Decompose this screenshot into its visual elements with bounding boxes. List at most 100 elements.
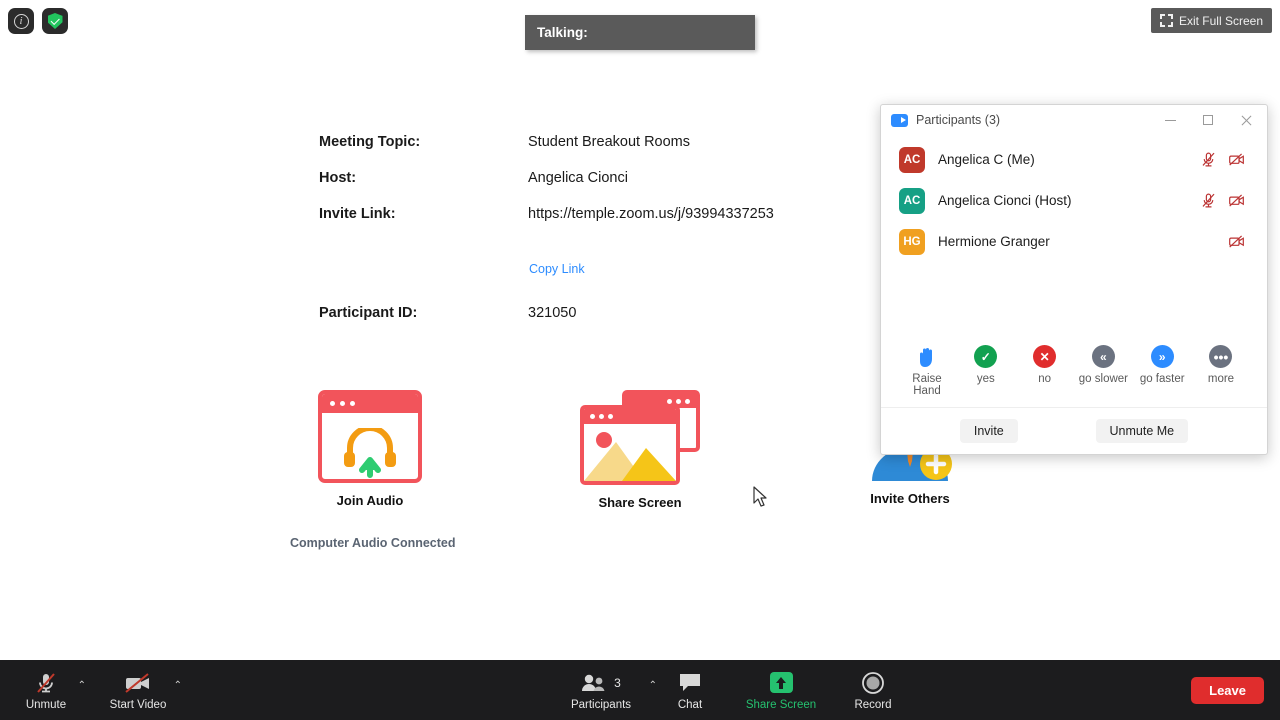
toolbar-share-screen-label: Share Screen (745, 698, 817, 711)
meeting-info-button[interactable]: i (8, 8, 34, 34)
participant-row[interactable]: HG Hermione Granger (881, 221, 1267, 262)
zoom-camera-icon (891, 113, 908, 127)
window-dot (350, 401, 355, 406)
exit-fullscreen-button[interactable]: Exit Full Screen (1150, 8, 1272, 33)
participant-id-row: Participant ID: 321050 (319, 305, 839, 321)
window-dot (667, 398, 672, 404)
go-slower-button[interactable]: « go slower (1075, 345, 1131, 397)
talking-banner: Talking: (525, 15, 755, 50)
close-button[interactable] (1231, 107, 1261, 133)
more-label: more (1207, 373, 1235, 385)
audio-status-text: Computer Audio Connected (290, 536, 456, 550)
toolbar-unmute-label: Unmute (25, 698, 67, 711)
share-screen-label: Share Screen (598, 495, 682, 510)
info-icon: i (13, 13, 29, 29)
participant-name: Angelica Cionci (Host) (938, 193, 1072, 208)
encryption-button[interactable] (42, 8, 68, 34)
toolbar-participants-button[interactable]: 3 Participants ⌃ (551, 660, 657, 720)
participants-list: AC Angelica C (Me) AC Angelica Cionci (H… (881, 135, 1267, 337)
more-button[interactable]: ••• more (1193, 345, 1249, 397)
participants-panel-title: Participants (3) (916, 113, 1001, 127)
yes-button[interactable]: ✓ yes (958, 345, 1014, 397)
toolbar-chat-label: Chat (677, 698, 703, 711)
mic-muted-icon (34, 670, 58, 696)
host-label: Host: (319, 170, 357, 186)
screen-share-windows-icon (580, 390, 700, 485)
video-muted-icon[interactable] (1228, 151, 1245, 168)
join-audio-label: Join Audio (336, 493, 404, 508)
toolbar-share-screen-button[interactable]: Share Screen (729, 660, 833, 720)
raise-hand-button[interactable]: Raise Hand (899, 345, 955, 397)
double-left-icon: « (1091, 345, 1115, 368)
share-screen-action[interactable]: Share Screen (575, 390, 705, 510)
zoom-meeting-window: i Talking: Exit Full Screen Meeting Topi… (0, 0, 1280, 720)
participants-panel-titlebar: Participants (3) (881, 105, 1267, 135)
window-titlebar (322, 394, 418, 413)
toolbar-unmute-button[interactable]: Unmute ⌃ (0, 660, 92, 720)
invite-link-value[interactable]: https://temple.zoom.us/j/93994337253 (528, 206, 774, 222)
toolbar-chat-button[interactable]: Chat (651, 660, 729, 720)
participant-status (1200, 192, 1245, 209)
meeting-status-badges: i (8, 8, 68, 34)
participant-row[interactable]: AC Angelica Cionci (Host) (881, 180, 1267, 221)
go-slower-label: go slower (1078, 373, 1128, 385)
minimize-button[interactable] (1155, 107, 1185, 133)
toolbar-record-label: Record (854, 698, 892, 711)
headset-glyph (344, 428, 396, 478)
mouse-cursor (753, 486, 767, 507)
mic-muted-icon[interactable] (1200, 151, 1217, 168)
window-dot (676, 398, 681, 404)
exit-fullscreen-icon (1159, 14, 1173, 27)
avatar: HG (899, 228, 925, 255)
participant-id-label: Participant ID: (319, 305, 418, 321)
toolbar-start-video-button[interactable]: Start Video ⌃ (92, 660, 184, 720)
video-muted-icon (124, 670, 152, 696)
unmute-me-button[interactable]: Unmute Me (1095, 419, 1189, 443)
encryption-shield-icon (47, 13, 63, 29)
video-muted-icon[interactable] (1228, 192, 1245, 209)
copy-link-button[interactable]: Copy Link (529, 262, 585, 276)
meeting-topic-label: Meeting Topic: (319, 134, 421, 150)
invite-link-label: Invite Link: (319, 206, 396, 222)
participant-name: Hermione Granger (938, 234, 1050, 249)
window-dot (330, 401, 335, 406)
participants-count: 3 (614, 675, 621, 690)
chat-bubble-icon (678, 670, 702, 696)
toolbar-participants-label: Participants (570, 698, 632, 711)
invite-link-row: Invite Link: https://temple.zoom.us/j/93… (319, 206, 839, 222)
exit-fullscreen-label: Exit Full Screen (1178, 13, 1263, 28)
yes-label: yes (976, 373, 995, 385)
close-icon (1240, 114, 1252, 126)
mic-muted-icon[interactable] (1200, 192, 1217, 209)
host-row: Host: Angelica Cionci (319, 170, 839, 186)
talking-label: Talking: (537, 25, 588, 40)
toolbar-record-button[interactable]: Record (833, 660, 913, 720)
toolbar-start-video-label: Start Video (109, 698, 167, 711)
window-dot (599, 414, 604, 419)
host-value: Angelica Cionci (528, 170, 628, 186)
participant-row[interactable]: AC Angelica C (Me) (881, 139, 1267, 180)
invite-button[interactable]: Invite (959, 419, 1018, 443)
ellipsis-icon: ••• (1209, 345, 1233, 368)
leave-meeting-button[interactable]: Leave (1191, 677, 1264, 704)
meeting-topic-value: Student Breakout Rooms (528, 134, 691, 150)
no-label: no (1038, 373, 1051, 385)
no-button[interactable]: ✕ no (1017, 345, 1073, 397)
join-audio-action[interactable]: Join Audio (305, 390, 435, 508)
participant-id-value: 321050 (528, 305, 577, 321)
go-faster-label: go faster (1139, 373, 1185, 385)
maximize-button[interactable] (1193, 107, 1223, 133)
avatar: AC (899, 187, 925, 214)
participant-name: Angelica C (Me) (938, 152, 1035, 167)
participant-status (1228, 233, 1245, 250)
participants-panel: Participants (3) AC Angelica C (Me) AC A… (880, 104, 1268, 455)
go-faster-button[interactable]: » go faster (1134, 345, 1190, 397)
chevron-up-icon[interactable]: ⌃ (174, 680, 182, 691)
video-muted-icon[interactable] (1228, 233, 1245, 250)
participants-panel-footer: Invite Unmute Me (881, 408, 1267, 454)
chevron-up-icon[interactable]: ⌃ (78, 680, 86, 691)
front-window-titlebar (584, 409, 676, 424)
nonverbal-feedback-row: Raise Hand ✓ yes ✕ no « go slower » go f… (881, 337, 1267, 408)
participant-status (1200, 151, 1245, 168)
raise-hand-icon (916, 345, 939, 368)
